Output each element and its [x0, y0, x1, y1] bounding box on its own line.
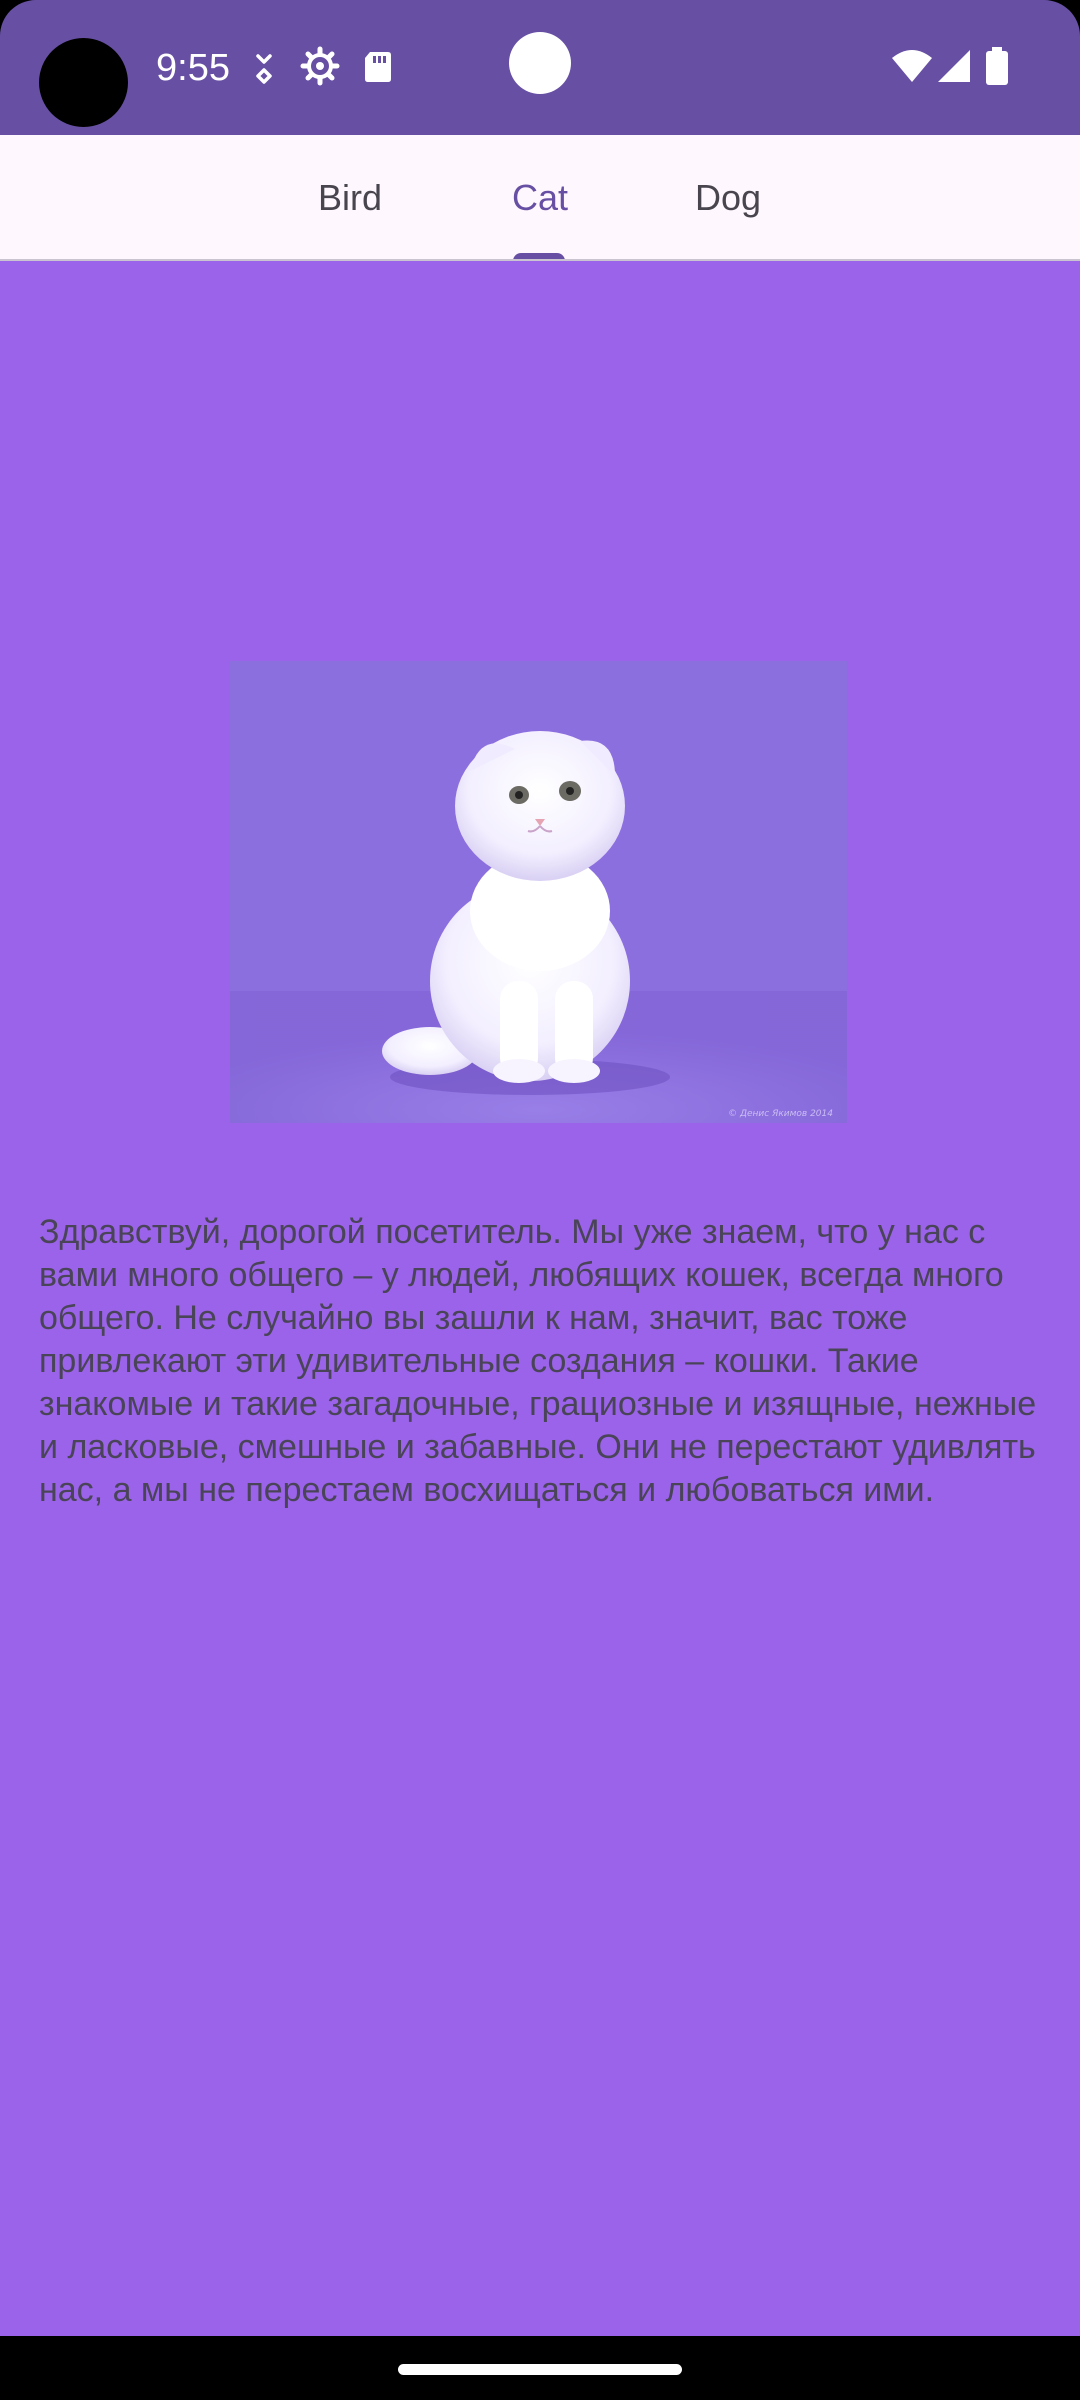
sd-card-icon [365, 52, 391, 82]
tab-bar: Bird Cat Dog [0, 135, 1080, 263]
white-kitten-image: © Денис Якимов 2014 [230, 661, 847, 1123]
front-camera-dot [509, 32, 571, 94]
cat-photo: © Денис Якимов 2014 [230, 661, 847, 1123]
camera-cutout [39, 38, 128, 127]
content-area: © Денис Якимов 2014 Здравствуй, дорогой … [0, 261, 1080, 2336]
status-time: 9:55 [156, 47, 230, 89]
photo-watermark: © Денис Якимов 2014 [728, 1109, 833, 1119]
status-bar: 9:55 [0, 0, 1080, 135]
cat-description-text: Здравствуй, дорогой посетитель. Мы уже з… [39, 1213, 1037, 1509]
settings-gear-icon [300, 46, 340, 86]
cellular-signal-icon [938, 50, 970, 82]
wifi-icon [892, 50, 932, 82]
tab-bird[interactable]: Bird [290, 135, 410, 261]
tab-dog[interactable]: Dog [668, 135, 788, 261]
home-indicator[interactable] [398, 2364, 682, 2375]
battery-icon [986, 47, 1008, 85]
keyboard-arrows-icon [256, 54, 272, 84]
tab-cat[interactable]: Cat [480, 135, 600, 261]
